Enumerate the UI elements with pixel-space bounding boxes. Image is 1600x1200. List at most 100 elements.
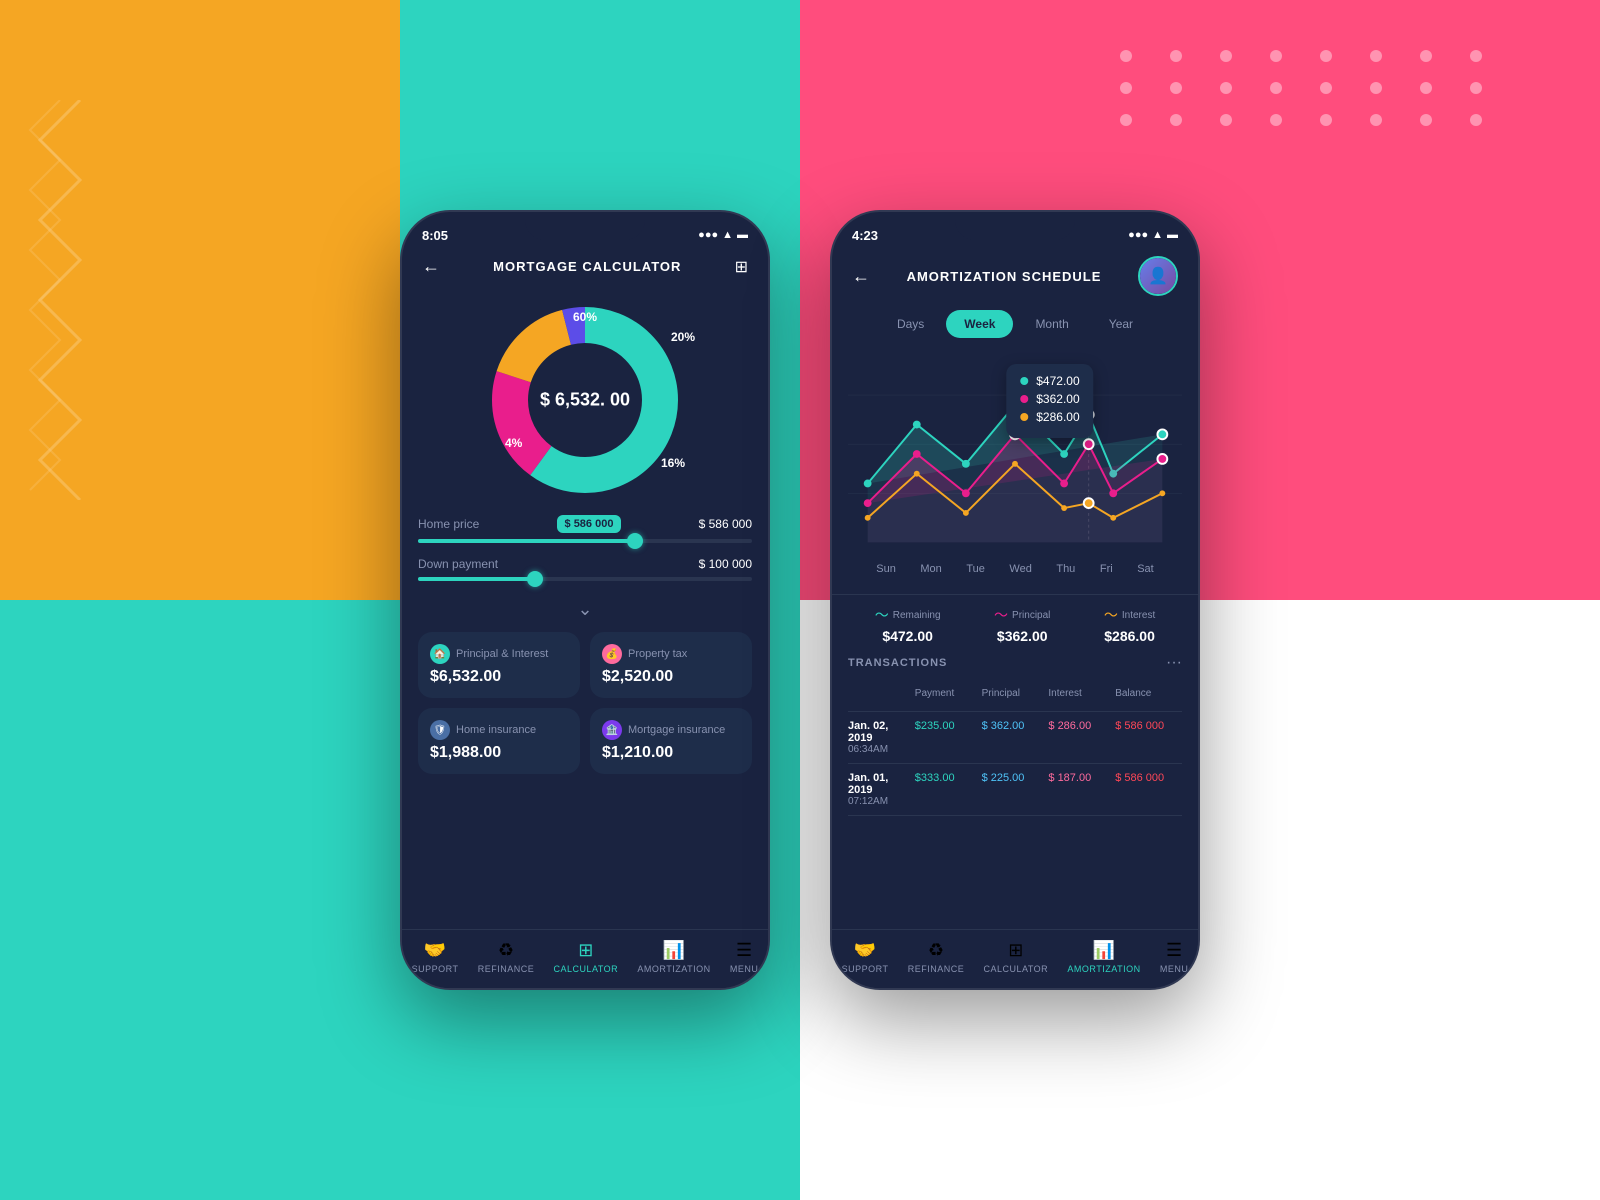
tooltip-dot-remaining <box>1020 377 1028 385</box>
chart-dot-orange-1 <box>865 515 871 521</box>
chart-dot-orange-3 <box>963 510 969 516</box>
wifi-icon-2: ▲ <box>1152 229 1163 241</box>
tooltip-interest: $286.00 <box>1020 410 1079 424</box>
battery-icon-2: ▬ <box>1167 229 1178 241</box>
chart-dot-orange-7 <box>1110 515 1116 521</box>
mortgage-ins-label: Mortgage insurance <box>628 724 725 736</box>
tx1-date-cell: Jan. 02, 2019 06:34AM <box>848 720 915 755</box>
chart-legend: 〜 Remaining $472.00 〜 Principal $362.00 … <box>832 594 1198 654</box>
day-wed: Wed <box>1009 563 1031 575</box>
transactions-title: TRANSACTIONS <box>848 657 947 669</box>
chart-dot-pink-1 <box>864 499 872 507</box>
down-payment-slider[interactable] <box>418 577 752 581</box>
calculator-icon-2: ⊞ <box>1008 940 1023 961</box>
phone-mortgage-calculator: 8:05 ●●● ▲ ▬ ← MORTGAGE CALCULATOR ⊞ <box>400 210 770 990</box>
tab-week[interactable]: Week <box>946 310 1013 338</box>
nav2-refinance[interactable]: ♻ REFINaNce <box>908 940 965 974</box>
donut-amount: $ 6,532. 00 <box>540 390 630 411</box>
chart-dot-orange-5 <box>1061 505 1067 511</box>
home-price-slider-fill <box>418 539 635 543</box>
home-price-slider[interactable] <box>418 539 752 543</box>
nav-calculator[interactable]: ⊞ CALCULATOR <box>553 940 618 974</box>
legend-interest: 〜 Interest $286.00 <box>1104 605 1155 644</box>
phone2-notch <box>955 212 1075 240</box>
battery-icon: ▬ <box>737 229 748 241</box>
insurance-label: Home insurance <box>456 724 536 736</box>
tooltip-principal: $362.00 <box>1020 392 1079 406</box>
nav-amortization[interactable]: 📊 AMORTIZATION <box>637 940 710 974</box>
interest-legend-value: $286.00 <box>1104 628 1155 644</box>
tx2-date-cell: Jan. 01, 2019 07:12AM <box>848 772 915 807</box>
nav2-support[interactable]: 🤝 SUPPORT <box>842 940 889 974</box>
day-fri: Fri <box>1100 563 1113 575</box>
chart-tooltip: $472.00 $362.00 $286.00 <box>1006 364 1093 438</box>
insurance-value: $1,988.00 <box>430 744 568 762</box>
down-payment-slider-thumb[interactable] <box>527 571 543 587</box>
principal-label: Principal & Interest <box>456 648 548 660</box>
phone-amortization: 4:23 ●●● ▲ ▬ ← AMORTIZATION SCHEDULE 👤 D… <box>830 210 1200 990</box>
phones-container: 8:05 ●●● ▲ ▬ ← MORTGAGE CALCULATOR ⊞ <box>0 0 1600 1200</box>
remaining-value: $472.00 <box>875 628 941 644</box>
phone1-notch <box>525 212 645 240</box>
period-tabs: Days Week Month Year <box>832 304 1198 344</box>
remaining-wave-icon: 〜 <box>875 605 889 625</box>
insurance-icon: 🛡 <box>430 720 450 740</box>
tx2-time: 07:12AM <box>848 796 915 807</box>
chart-dot-teal-3 <box>962 460 970 468</box>
transaction-table-header: Payment Principal Interest Balance <box>848 680 1182 712</box>
tx1-payment: $235.00 <box>915 720 982 755</box>
more-options-icon[interactable]: ··· <box>1166 654 1182 672</box>
col-balance-header: Balance <box>1115 688 1182 699</box>
transaction-row-1: Jan. 02, 2019 06:34AM $235.00 $ 362.00 $… <box>848 712 1182 764</box>
refinance-icon: ♻ <box>498 940 514 961</box>
nav2-amortization[interactable]: 📊 AMORTIZATION <box>1067 940 1140 974</box>
phone1-filter-icon[interactable]: ⊞ <box>735 257 748 277</box>
day-mon: Mon <box>920 563 941 575</box>
nav2-calculator[interactable]: ⊞ CALCULATOR <box>983 940 1048 974</box>
nav-menu[interactable]: ☰ MENU <box>730 940 759 974</box>
chart-dot-pink-2 <box>913 450 921 458</box>
tx2-balance: $ 586 000 <box>1115 772 1182 807</box>
expand-button[interactable]: ⌄ <box>418 595 752 624</box>
chart-dot-teal-1 <box>864 480 872 488</box>
pct-4: 4% <box>505 436 522 450</box>
menu-icon-2: ☰ <box>1166 940 1182 961</box>
phone1-header: ← MORTGAGE CALCULATOR ⊞ <box>402 248 768 285</box>
down-payment-slider-fill <box>418 577 535 581</box>
mortgage-ins-icon: 🏦 <box>602 720 622 740</box>
chart-dot-teal-8 <box>1157 429 1167 439</box>
tax-value: $2,520.00 <box>602 668 740 686</box>
chart-dot-pink-8 <box>1157 454 1167 464</box>
home-price-row: Home price $ 586 000 $ 586 000 <box>418 515 752 533</box>
tab-days[interactable]: Days <box>879 310 942 338</box>
chart-dot-pink-5 <box>1060 480 1068 488</box>
principal-wave-icon: 〜 <box>994 605 1008 625</box>
tx1-principal: $ 362.00 <box>982 720 1049 755</box>
donut-center: $ 6,532. 00 <box>540 390 630 411</box>
chart-dot-orange-2 <box>914 471 920 477</box>
calculator-inputs: Home price $ 586 000 $ 586 000 Down paym… <box>402 515 768 624</box>
signal-icon: ●●● <box>698 229 718 241</box>
day-thu: Thu <box>1056 563 1075 575</box>
phone2-back-button[interactable]: ← <box>852 266 870 287</box>
phone1-time: 8:05 <box>422 228 448 243</box>
nav-amortization-label: AMORTIZATION <box>637 964 710 974</box>
user-avatar[interactable]: 👤 <box>1138 256 1178 296</box>
phone1-back-button[interactable]: ← <box>422 256 440 277</box>
home-price-slider-thumb[interactable] <box>627 533 643 549</box>
tooltip-amount-remaining: $472.00 <box>1036 374 1079 388</box>
home-price-value: $ 586 000 <box>699 517 752 531</box>
phone2-bottom-nav: 🤝 SUPPORT ♻ REFINaNce ⊞ CALCULATOR 📊 AMO… <box>832 929 1198 988</box>
tab-month[interactable]: Month <box>1017 310 1086 338</box>
col-interest-header: Interest <box>1048 688 1115 699</box>
tx2-interest: $ 187.00 <box>1048 772 1115 807</box>
nav2-menu[interactable]: ☰ MENU <box>1160 940 1189 974</box>
phone1-status-icons: ●●● ▲ ▬ <box>698 229 748 241</box>
col-principal-header: Principal <box>982 688 1049 699</box>
legend-principal: 〜 Principal $362.00 <box>994 605 1050 644</box>
down-payment-value: $ 100 000 <box>699 557 752 571</box>
nav-support-label: SUPPORT <box>412 964 459 974</box>
nav-support[interactable]: 🤝 SUPPORT <box>412 940 459 974</box>
nav-refinance[interactable]: ♻ REFINaNce <box>478 940 535 974</box>
tab-year[interactable]: Year <box>1091 310 1151 338</box>
